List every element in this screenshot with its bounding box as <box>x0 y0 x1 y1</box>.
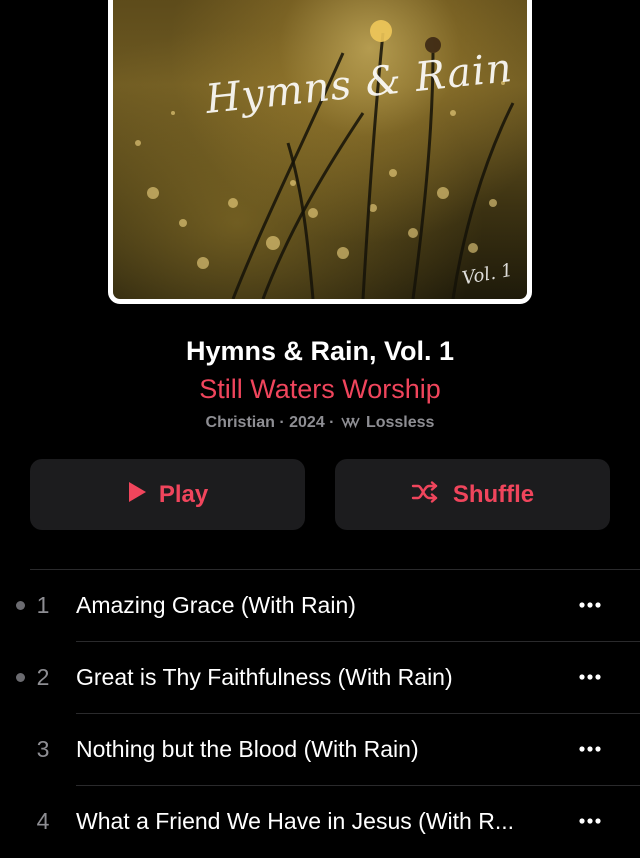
track-row[interactable]: 4 What a Friend We Have in Jesus (With R… <box>0 786 640 858</box>
more-ellipsis-icon[interactable] <box>574 662 606 692</box>
album-artwork[interactable]: Hymns & Rain Vol. 1 <box>108 0 532 304</box>
new-indicator-dot <box>16 601 25 610</box>
album-meta: Christian · 2024 · Lossless <box>0 414 640 434</box>
track-title: What a Friend We Have in Jesus (With R..… <box>76 808 514 834</box>
track-row[interactable]: 3 Nothing but the Blood (With Rain) <box>0 714 640 786</box>
quality-label: Lossless <box>365 414 435 431</box>
year-label: 2024 <box>289 414 325 431</box>
track-number: 4 <box>36 808 50 834</box>
meta-separator: · <box>329 414 335 431</box>
track-title: Great is Thy Faithfulness (With Rain) <box>76 664 453 690</box>
track-number: 1 <box>36 592 50 618</box>
track-number: 3 <box>36 736 50 762</box>
play-button-label: Play <box>158 480 209 508</box>
play-button[interactable]: Play <box>30 459 305 530</box>
new-indicator-dot <box>16 673 25 682</box>
more-ellipsis-icon[interactable] <box>574 590 606 620</box>
shuffle-button[interactable]: Shuffle <box>335 459 610 530</box>
genre-label: Christian <box>205 414 275 431</box>
shuffle-button-label: Shuffle <box>452 480 535 508</box>
track-row[interactable]: 2 Great is Thy Faithfulness (With Rain) <box>0 642 640 714</box>
shuffle-icon <box>411 481 441 508</box>
artist-link[interactable]: Still Waters Worship <box>0 374 640 405</box>
track-title: Nothing but the Blood (With Rain) <box>76 736 419 762</box>
play-icon <box>127 481 147 508</box>
more-ellipsis-icon[interactable] <box>574 806 606 836</box>
artwork-illustration <box>135 20 515 299</box>
track-title: Amazing Grace (With Rain) <box>76 592 356 618</box>
meta-separator: · <box>279 414 285 431</box>
track-row[interactable]: 1 Amazing Grace (With Rain) <box>0 570 640 642</box>
more-ellipsis-icon[interactable] <box>574 734 606 764</box>
track-number: 2 <box>36 664 50 690</box>
lossless-icon <box>341 415 363 434</box>
album-title: Hymns & Rain, Vol. 1 <box>185 336 455 366</box>
